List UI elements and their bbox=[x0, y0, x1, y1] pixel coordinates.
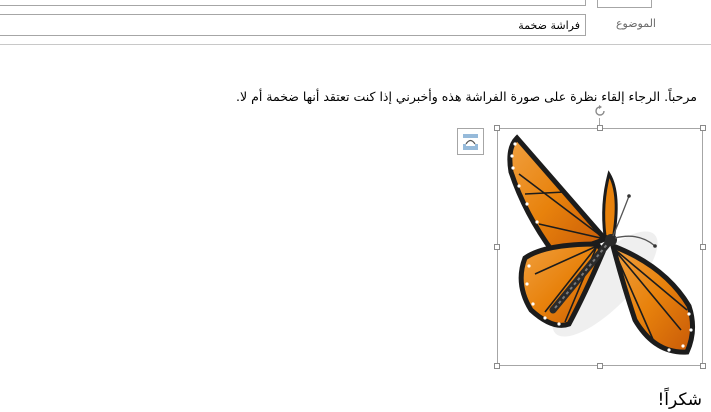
subject-label: الموضوع bbox=[615, 17, 656, 30]
resize-handle-middle-right[interactable] bbox=[700, 244, 706, 250]
layout-options-icon bbox=[463, 134, 478, 150]
resize-handle-top-left[interactable] bbox=[494, 125, 500, 131]
resize-handle-top-center[interactable] bbox=[597, 125, 603, 131]
layout-options-button[interactable] bbox=[457, 128, 484, 155]
header-divider bbox=[0, 44, 711, 45]
rotate-handle-icon[interactable] bbox=[593, 104, 607, 118]
resize-handle-middle-left[interactable] bbox=[494, 244, 500, 250]
resize-handle-top-right[interactable] bbox=[700, 125, 706, 131]
resize-handle-bottom-left[interactable] bbox=[494, 363, 500, 369]
resize-handle-bottom-center[interactable] bbox=[597, 363, 603, 369]
resize-handle-bottom-right[interactable] bbox=[700, 363, 706, 369]
message-body-text: مرحباً. الرجاء إلقاء نظرة على صورة الفرا… bbox=[236, 89, 697, 104]
cc-button[interactable] bbox=[597, 0, 652, 8]
butterfly-image[interactable] bbox=[505, 134, 697, 358]
closing-text: شكراً! bbox=[657, 390, 702, 410]
to-field[interactable] bbox=[0, 0, 586, 6]
subject-input[interactable] bbox=[0, 14, 586, 36]
